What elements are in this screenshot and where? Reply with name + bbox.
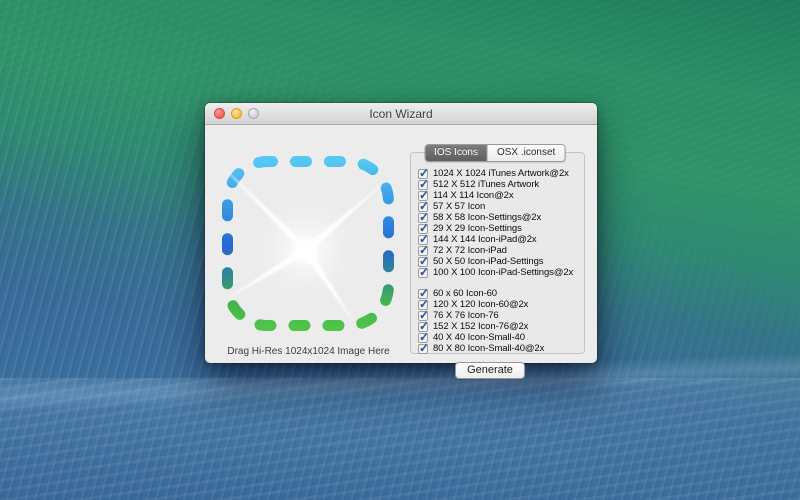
icon-size-label: 58 X 58 Icon-Settings@2x bbox=[433, 212, 541, 223]
window-content: Drag Hi-Res 1024x1024 Image Here IOS Ico… bbox=[205, 125, 597, 363]
icon-size-group-1: 1024 X 1024 iTunes Artwork@2x 512 X 512 … bbox=[411, 168, 584, 278]
icon-size-label: 152 X 152 Icon-76@2x bbox=[433, 321, 528, 332]
icon-size-label: 144 X 144 Icon-iPad@2x bbox=[433, 234, 537, 245]
tab-bar: IOS Icons OSX .iconset bbox=[424, 144, 565, 162]
checkbox[interactable] bbox=[418, 268, 428, 278]
icon-size-row[interactable]: 80 X 80 Icon-Small-40@2x bbox=[411, 343, 584, 354]
dropzone-caption: Drag Hi-Res 1024x1024 Image Here bbox=[210, 346, 407, 357]
icon-size-row[interactable]: 29 X 29 Icon-Settings bbox=[411, 223, 584, 234]
icon-size-label: 29 X 29 Icon-Settings bbox=[433, 223, 522, 234]
icon-size-label: 40 X 40 Icon-Small-40 bbox=[433, 332, 525, 343]
icon-size-label: 114 X 114 Icon@2x bbox=[433, 190, 513, 201]
icon-size-row[interactable]: 58 X 58 Icon-Settings@2x bbox=[411, 212, 584, 223]
icon-size-row[interactable]: 57 X 57 Icon bbox=[411, 201, 584, 212]
icon-size-row[interactable]: 144 X 144 Icon-iPad@2x bbox=[411, 234, 584, 245]
generate-button[interactable]: Generate bbox=[455, 362, 525, 379]
icon-sizes-box: IOS Icons OSX .iconset 1024 X 1024 iTune… bbox=[410, 152, 585, 354]
icon-size-row[interactable]: 152 X 152 Icon-76@2x bbox=[411, 321, 584, 332]
icon-size-label: 120 X 120 Icon-60@2x bbox=[433, 299, 528, 310]
icon-size-row[interactable]: 60 x 60 Icon-60 bbox=[411, 288, 584, 299]
icon-size-label: 50 X 50 Icon-iPad-Settings bbox=[433, 256, 543, 267]
icon-size-label: 72 X 72 Icon-iPad bbox=[433, 245, 507, 256]
icon-size-label: 57 X 57 Icon bbox=[433, 201, 485, 212]
screen: Icon Wizard bbox=[0, 0, 800, 500]
icon-wizard-window: Icon Wizard bbox=[205, 103, 597, 363]
icon-size-row[interactable]: 40 X 40 Icon-Small-40 bbox=[411, 332, 584, 343]
icon-size-label: 80 X 80 Icon-Small-40@2x bbox=[433, 343, 544, 354]
icon-size-row[interactable]: 76 X 76 Icon-76 bbox=[411, 310, 584, 321]
star-flare-image bbox=[223, 167, 384, 324]
icon-size-label: 100 X 100 Icon-iPad-Settings@2x bbox=[433, 267, 573, 278]
icon-size-label: 1024 X 1024 iTunes Artwork@2x bbox=[433, 168, 569, 179]
icon-size-group-2: 60 x 60 Icon-60 120 X 120 Icon-60@2x 76 … bbox=[411, 288, 584, 354]
tab-osx-iconset[interactable]: OSX .iconset bbox=[487, 145, 564, 161]
icon-size-label: 512 X 512 iTunes Artwork bbox=[433, 179, 539, 190]
icon-size-label: 76 X 76 Icon-76 bbox=[433, 310, 499, 321]
icon-size-row[interactable]: 72 X 72 Icon-iPad bbox=[411, 245, 584, 256]
icon-size-row[interactable]: 1024 X 1024 iTunes Artwork@2x bbox=[411, 168, 584, 179]
icon-size-row[interactable]: 512 X 512 iTunes Artwork bbox=[411, 179, 584, 190]
dropzone-drop-target[interactable] bbox=[218, 152, 399, 336]
icon-size-row[interactable]: 114 X 114 Icon@2x bbox=[411, 190, 584, 201]
icon-size-row[interactable]: 120 X 120 Icon-60@2x bbox=[411, 299, 584, 310]
titlebar[interactable]: Icon Wizard bbox=[205, 103, 597, 125]
icon-size-row[interactable]: 100 X 100 Icon-iPad-Settings@2x bbox=[411, 267, 584, 278]
icon-size-label: 60 x 60 Icon-60 bbox=[433, 288, 497, 299]
window-title: Icon Wizard bbox=[205, 107, 597, 121]
tab-ios-icons[interactable]: IOS Icons bbox=[425, 145, 487, 161]
wave-base-texture bbox=[0, 378, 800, 500]
icon-size-row[interactable]: 50 X 50 Icon-iPad-Settings bbox=[411, 256, 584, 267]
checkbox[interactable] bbox=[418, 344, 428, 354]
